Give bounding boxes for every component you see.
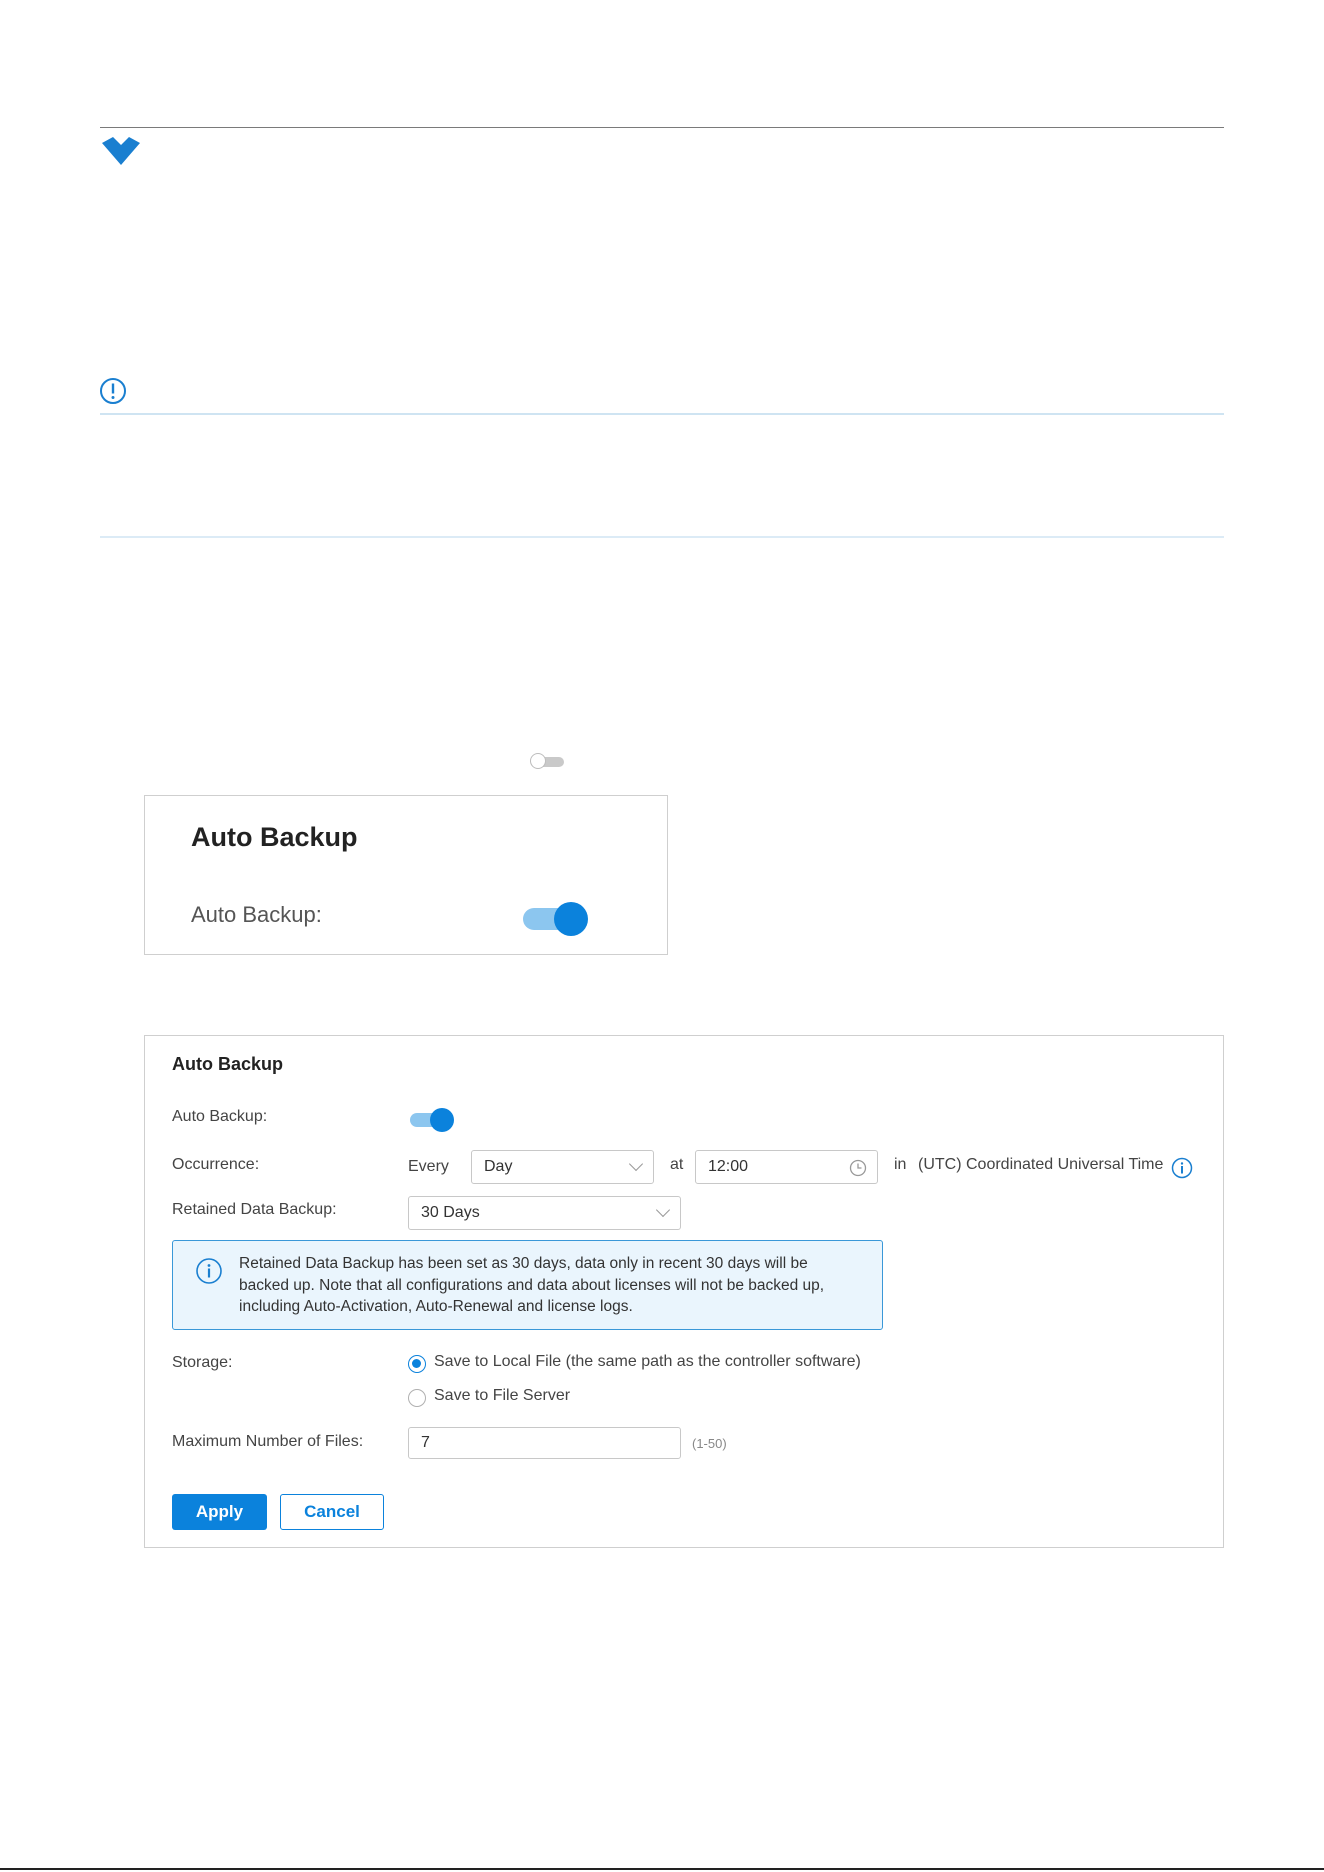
max-files-label: Maximum Number of Files: [172,1433,364,1450]
auto-backup-label: Auto Backup: [191,902,322,927]
at-label: at [670,1156,684,1173]
apply-button[interactable]: Apply [172,1494,267,1530]
storage-label: Storage: [172,1354,233,1371]
max-files-input[interactable]: 7 [408,1427,681,1459]
time-picker[interactable]: 12:00 [695,1150,878,1184]
storage-option-file-server[interactable]: Save to File Server [408,1387,668,1409]
chevron-down-icon[interactable] [100,137,142,167]
page-bottom-divider [0,1868,1324,1870]
retained-backup-value: 30 Days [421,1204,480,1221]
timezone-text: (UTC) Coordinated Universal Time [918,1156,1164,1173]
max-files-hint: (1-50) [692,1436,727,1451]
panel-title: Auto Backup [172,1054,284,1074]
storage-option-local-label: Save to Local File (the same path as the… [434,1353,861,1370]
info-icon[interactable] [1171,1157,1193,1179]
inline-toggle-icon [530,752,566,770]
exclamation-circle-icon [100,378,126,404]
clock-icon [849,1159,867,1177]
storage-option-file-server-label: Save to File Server [434,1387,571,1404]
max-files-value: 7 [421,1434,430,1451]
auto-backup-toggle[interactable] [410,1107,456,1133]
radio-button-selected[interactable] [408,1355,426,1373]
cancel-button[interactable]: Cancel [280,1494,384,1530]
retention-info-box: Retained Data Backup has been set as 30 … [172,1240,883,1330]
time-value: 12:00 [708,1158,749,1175]
auto-backup-panel: Auto Backup Auto Backup: Occurrence: Eve… [144,1035,1224,1548]
auto-backup-label: Auto Backup: [172,1108,268,1125]
frequency-select[interactable]: Day [471,1150,654,1184]
note-divider-bottom [100,536,1224,538]
retained-backup-label: Retained Data Backup: [172,1201,337,1218]
frequency-value: Day [484,1158,513,1175]
every-label: Every [408,1158,449,1175]
radio-button[interactable] [408,1389,426,1407]
auto-backup-toggle[interactable] [523,902,593,936]
chevron-down-icon [655,1202,671,1218]
occurrence-label: Occurrence: [172,1156,260,1173]
retained-backup-select[interactable]: 30 Days [408,1196,681,1230]
chevron-down-icon [628,1156,644,1172]
auto-backup-screenshot-small: Auto Backup Auto Backup: [144,795,668,955]
in-label: in [894,1156,907,1173]
storage-option-local[interactable]: Save to Local File (the same path as the… [408,1353,968,1375]
note-divider-top [100,413,1224,415]
retention-info-text: Retained Data Backup has been set as 30 … [239,1255,825,1315]
top-divider [100,127,1224,128]
section-title: Auto Backup [191,822,358,852]
info-circle-icon [196,1258,222,1284]
